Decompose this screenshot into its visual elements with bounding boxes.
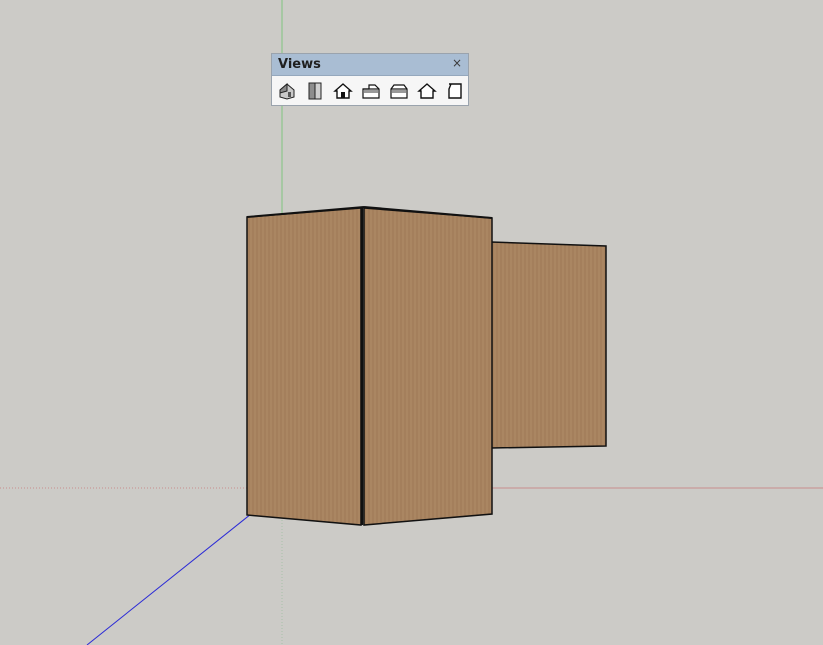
- back-box-face[interactable]: [490, 241, 607, 449]
- left-house-icon: [417, 83, 437, 99]
- back-view-button[interactable]: [388, 80, 410, 102]
- views-toolbar-panel: Views ×: [271, 53, 469, 106]
- main-box-right-face[interactable]: [363, 207, 493, 526]
- views-title: Views: [278, 57, 321, 72]
- close-icon[interactable]: ×: [452, 56, 462, 70]
- main-box-left-face[interactable]: [246, 207, 362, 526]
- iso-view-button[interactable]: [276, 80, 298, 102]
- iso-house-icon: [279, 82, 295, 100]
- bottom-view-button[interactable]: [444, 80, 466, 102]
- top-view-icon: [308, 82, 322, 100]
- views-buttons: [276, 80, 472, 102]
- blue-axis: [86, 509, 257, 645]
- front-view-button[interactable]: [332, 80, 354, 102]
- bottom-view-icon: [448, 83, 462, 99]
- top-view-button[interactable]: [304, 80, 326, 102]
- left-view-button[interactable]: [416, 80, 438, 102]
- views-titlebar[interactable]: Views ×: [272, 54, 468, 76]
- right-view-button[interactable]: [360, 80, 382, 102]
- front-house-icon: [333, 83, 353, 99]
- right-house-icon: [362, 84, 380, 99]
- back-house-icon: [390, 84, 408, 99]
